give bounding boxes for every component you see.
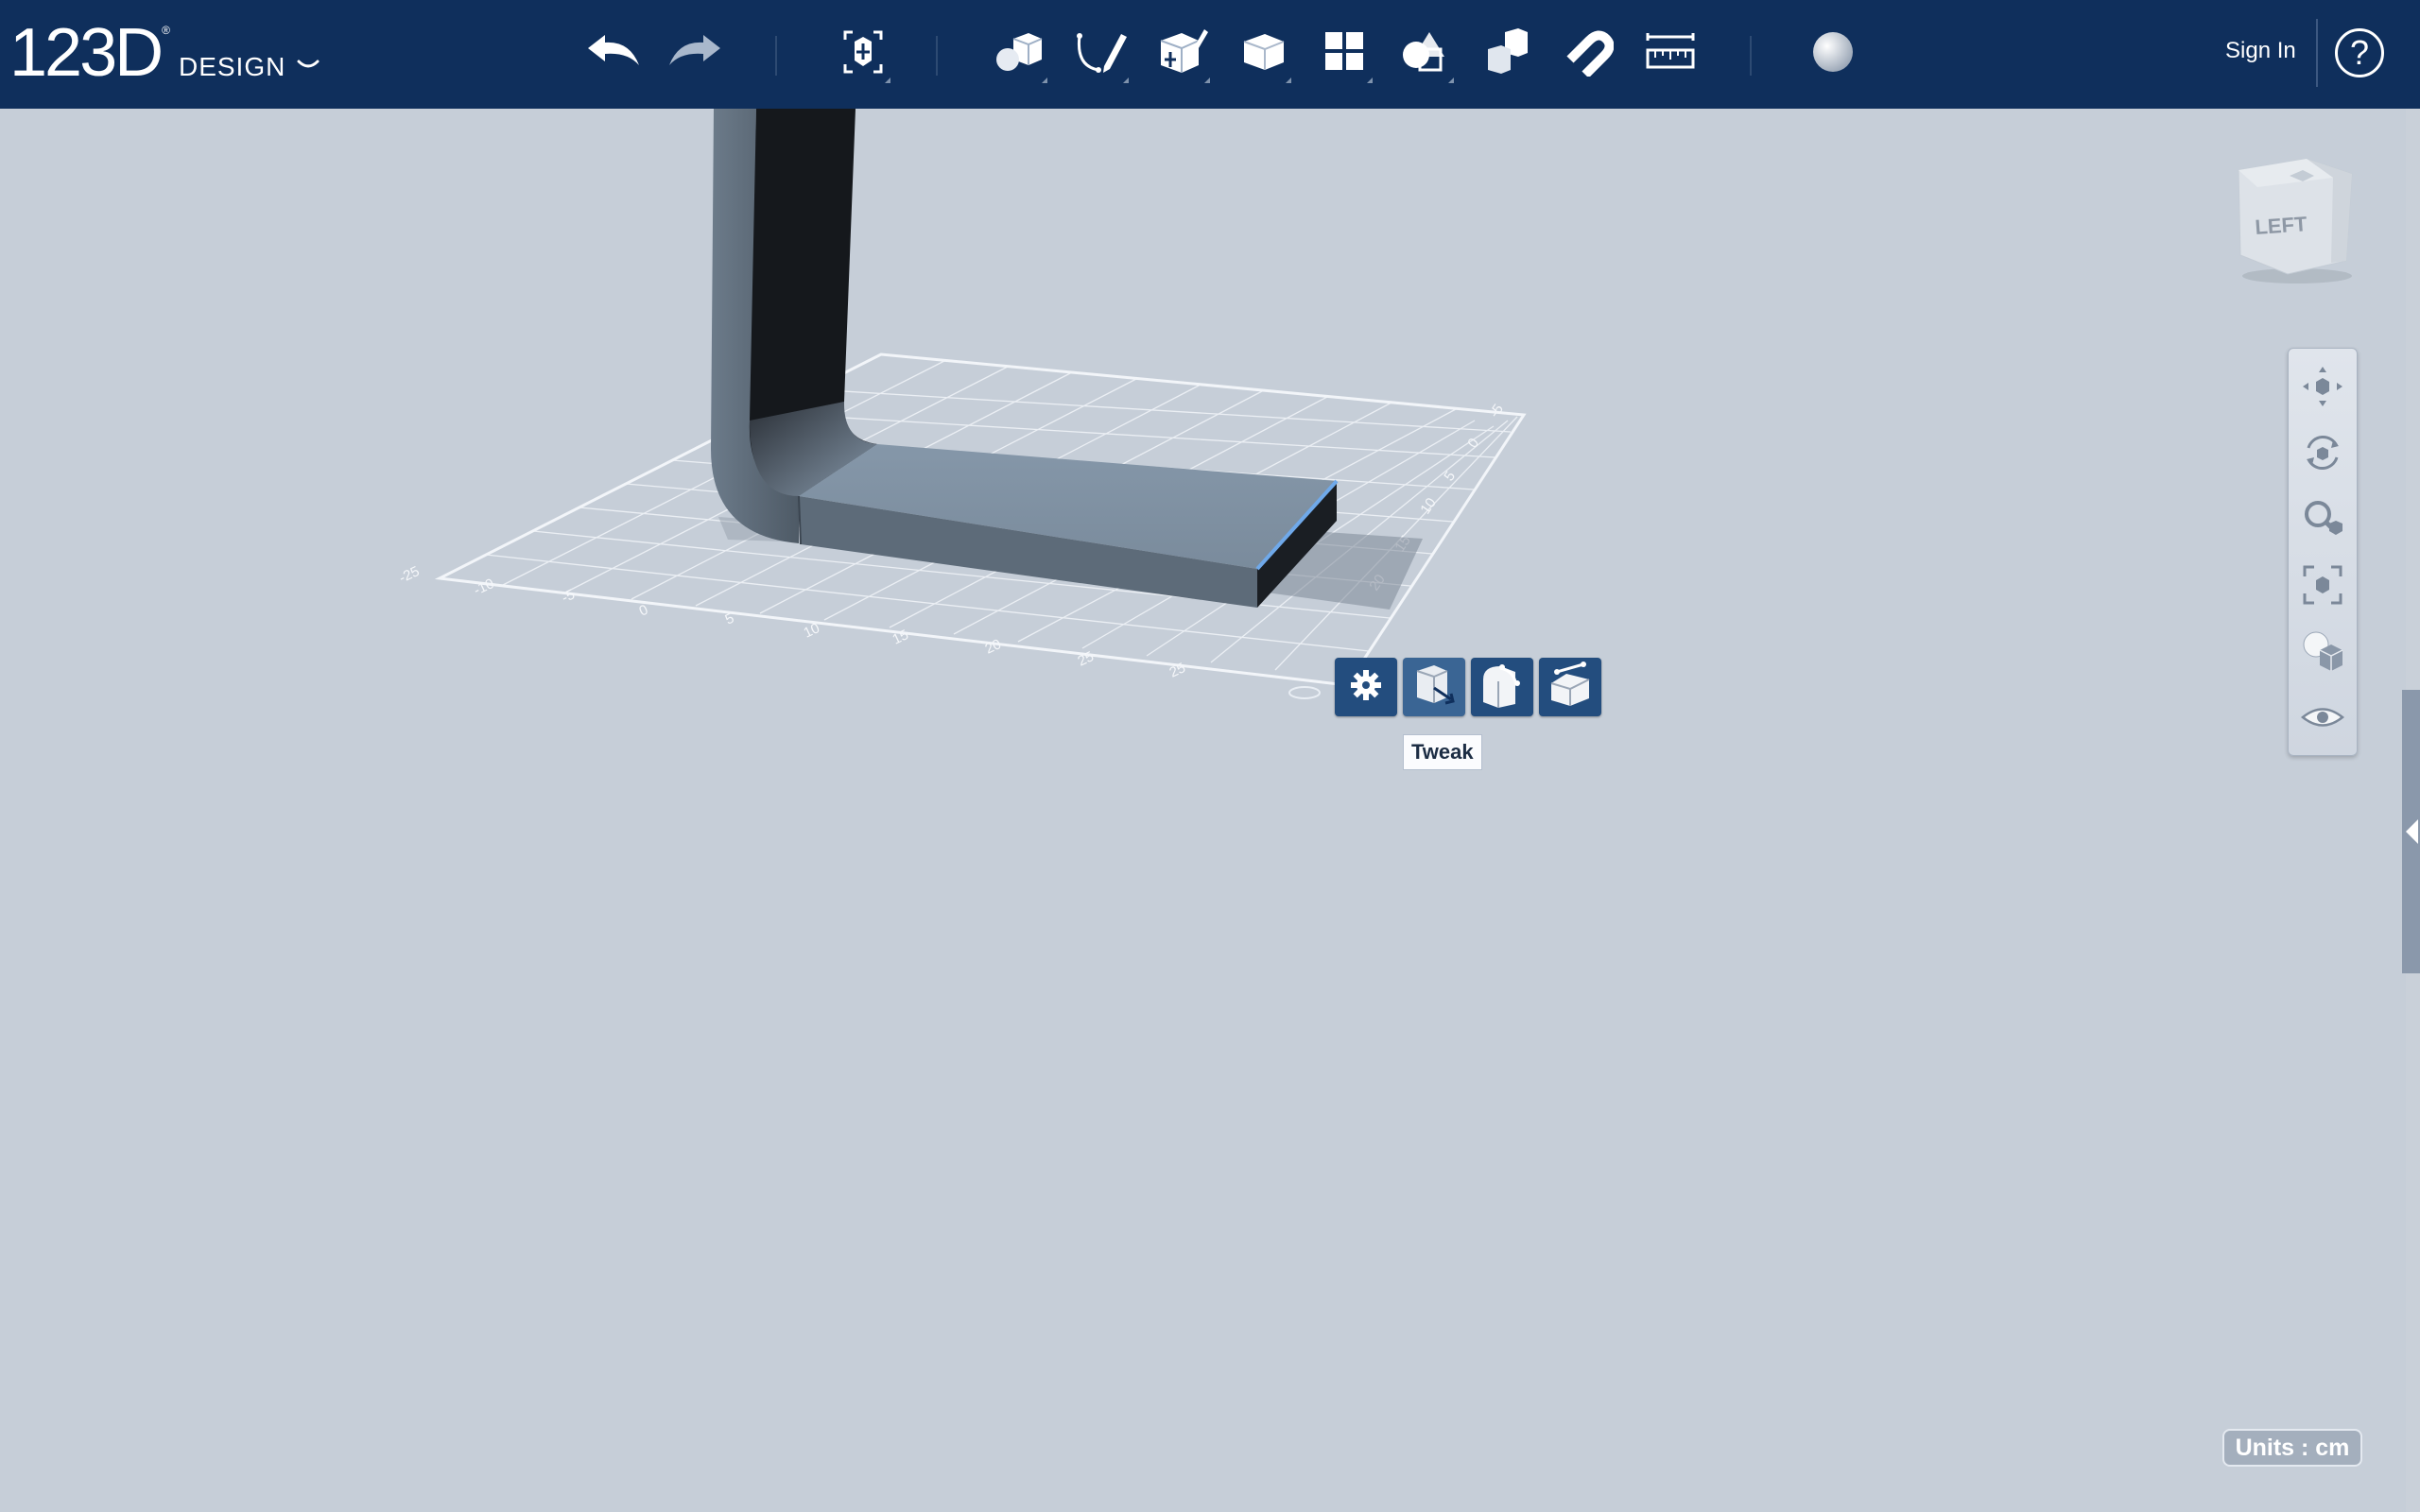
top-toolbar: 123D ® DESIGN Sign In ? xyxy=(0,0,2420,109)
chevron-down-icon xyxy=(297,59,320,77)
chamfer-icon xyxy=(1546,661,1595,714)
grid-label: -5 xyxy=(560,587,578,607)
settings-icon xyxy=(1350,669,1382,706)
modify-icon xyxy=(1240,30,1288,78)
measure-button[interactable] xyxy=(1637,21,1703,87)
pan-icon xyxy=(2299,363,2346,415)
toolbar-separator xyxy=(775,36,777,76)
grid-label: 25 xyxy=(1076,648,1097,669)
chevron-left-icon xyxy=(2406,819,2418,844)
grid-label: 0 xyxy=(637,602,651,620)
modify-button[interactable] xyxy=(1231,21,1297,87)
view-cube[interactable]: LEFT xyxy=(2231,149,2361,285)
fillet-button[interactable] xyxy=(1471,658,1533,716)
dropdown-corner xyxy=(1204,77,1210,83)
logo-registered-mark: ® xyxy=(162,24,170,37)
grid-label: -25 xyxy=(397,563,423,587)
help-icon: ? xyxy=(2349,33,2370,72)
primitives-button[interactable] xyxy=(987,21,1053,87)
bent-bracket-model[interactable] xyxy=(711,109,1339,608)
material-view-button[interactable] xyxy=(2296,627,2349,679)
transform-button[interactable] xyxy=(830,21,896,87)
visibility-icon xyxy=(2299,694,2346,746)
orbit-button[interactable] xyxy=(2296,428,2349,481)
visibility-button[interactable] xyxy=(2296,693,2349,746)
orbit-icon xyxy=(2299,429,2346,481)
sign-in-link[interactable]: Sign In xyxy=(2225,38,2296,64)
pattern-icon xyxy=(1323,30,1367,78)
dropdown-corner xyxy=(1123,77,1129,83)
pattern-button[interactable] xyxy=(1312,21,1378,87)
redo-icon xyxy=(666,33,724,76)
material-button[interactable] xyxy=(1800,21,1866,87)
sketch-icon xyxy=(1074,28,1129,80)
material-view-icon xyxy=(2299,627,2346,679)
material-icon xyxy=(1811,30,1855,78)
3d-viewport[interactable]: -25 -10 -5 0 5 10 15 20 25 25 20 15 10 5… xyxy=(0,109,2406,1512)
construct-icon xyxy=(1155,27,1210,81)
grid-label: 5 xyxy=(1441,469,1459,485)
navigation-bar xyxy=(2288,348,2358,756)
tweak-tooltip: Tweak xyxy=(1403,734,1482,770)
grid-label: 0 xyxy=(1464,436,1482,452)
group-icon xyxy=(1399,28,1454,80)
units-badge[interactable]: Units : cm xyxy=(2222,1429,2362,1467)
chamfer-button[interactable] xyxy=(1539,658,1601,716)
toolbar-separator xyxy=(2316,19,2318,87)
grid-label: -5 xyxy=(1486,402,1507,421)
origin-marker xyxy=(1288,686,1321,699)
logo-number: 123D xyxy=(9,15,164,91)
snap-icon xyxy=(1564,27,1615,81)
tweak-button[interactable] xyxy=(1403,658,1465,716)
scene-canvas[interactable]: -25 -10 -5 0 5 10 15 20 25 25 20 15 10 5… xyxy=(0,109,2406,1512)
grid-label: 20 xyxy=(983,636,1004,657)
grid-label: 10 xyxy=(1417,495,1439,517)
pan-button[interactable] xyxy=(2296,362,2349,415)
zoom-icon xyxy=(2299,495,2346,547)
fit-all-button[interactable] xyxy=(2296,560,2349,613)
tweak-icon xyxy=(1409,662,1459,713)
toolbar-separator xyxy=(1750,36,1752,76)
primitives-icon xyxy=(994,31,1046,77)
measure-icon xyxy=(1644,31,1697,77)
grid-label: -10 xyxy=(472,576,497,599)
transform-icon xyxy=(841,28,885,80)
settings-button[interactable] xyxy=(1335,658,1397,716)
sketch-button[interactable] xyxy=(1068,21,1134,87)
toolbar-separator xyxy=(936,36,938,76)
snap-button[interactable] xyxy=(1556,21,1622,87)
help-button[interactable]: ? xyxy=(2335,28,2384,77)
logo-word: DESIGN xyxy=(178,52,286,81)
grid-label: 15 xyxy=(890,627,911,647)
dropdown-corner xyxy=(885,77,890,83)
fillet-icon xyxy=(1478,661,1527,714)
redo-button[interactable] xyxy=(662,21,728,87)
dropdown-corner xyxy=(1367,77,1373,83)
dropdown-corner xyxy=(1286,77,1291,83)
undo-icon xyxy=(584,33,643,76)
dropdown-corner xyxy=(1448,77,1454,83)
construct-button[interactable] xyxy=(1150,21,1216,87)
view-cube-face-label: LEFT xyxy=(2255,212,2308,239)
combine-button[interactable] xyxy=(1475,21,1541,87)
group-button[interactable] xyxy=(1393,21,1460,87)
undo-button[interactable] xyxy=(580,21,647,87)
combine-icon xyxy=(1484,27,1531,80)
dropdown-corner xyxy=(1042,77,1047,83)
zoom-button[interactable] xyxy=(2296,494,2349,547)
fit-icon xyxy=(2299,561,2346,613)
app-menu-logo[interactable]: 123D ® DESIGN xyxy=(9,15,320,94)
